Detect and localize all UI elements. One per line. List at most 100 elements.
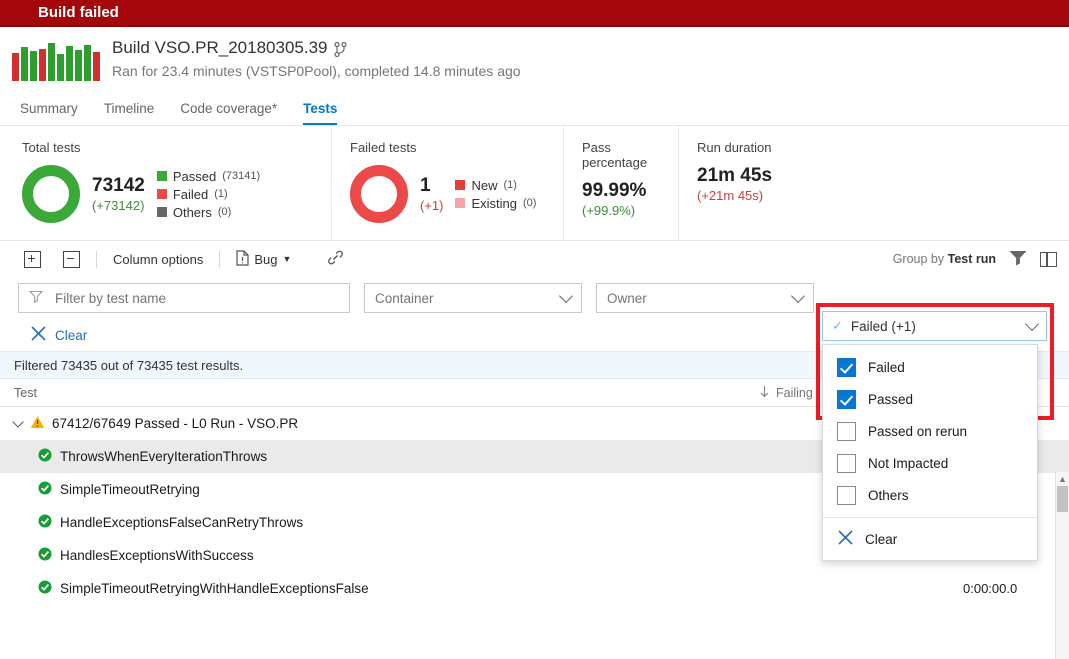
branch-icon: [333, 41, 347, 57]
legend-label-new: New: [471, 177, 498, 193]
checkbox-checked-icon[interactable]: [837, 389, 856, 409]
column-header-test[interactable]: Test: [14, 386, 759, 400]
sparkline-bar-9: [93, 52, 100, 81]
legend-label-passed: Passed: [172, 168, 217, 184]
vertical-scrollbar[interactable]: ▲: [1055, 472, 1069, 659]
search-input[interactable]: [53, 289, 317, 307]
pass-percentage-label: Pass percentage: [582, 140, 648, 170]
tab-summary[interactable]: Summary: [20, 101, 78, 125]
legend-label-failed: Failed: [172, 186, 209, 202]
container-filter-label: Container: [375, 290, 434, 306]
chevron-down-icon: [558, 288, 574, 304]
legend-swatch-passed: [156, 171, 167, 181]
test-summary-cards: Total tests 73142 (+73142) Passed (73141…: [0, 126, 1069, 241]
checkbox-checked-icon[interactable]: [837, 357, 856, 377]
test-name: HandleExceptionsFalseCanRetryThrows: [60, 515, 304, 530]
tab-code-coverage[interactable]: Code coverage*: [180, 101, 277, 125]
funnel-icon[interactable]: [1008, 249, 1028, 269]
create-bug-button[interactable]: Bug ▼: [230, 247, 297, 272]
card-failed-tests: Failed tests 1 (+1) New (1) Existing (0): [332, 126, 564, 240]
legend-swatch-others: [156, 207, 167, 217]
failed-tests-legend: New (1) Existing (0): [455, 178, 536, 211]
table-row[interactable]: SimpleTimeoutRetryingWithHandleException…: [0, 572, 1069, 605]
group-by-value: Test run: [947, 252, 996, 266]
checkbox-unchecked-icon[interactable]: [837, 485, 856, 505]
card-pass-percentage: Pass percentage 99.99% (+99.9%): [564, 126, 679, 240]
test-name-filter[interactable]: [18, 283, 350, 313]
outcome-option-label: Others: [868, 487, 909, 503]
legend-count-passed: (73141): [222, 170, 261, 182]
container-filter[interactable]: Container: [364, 283, 582, 313]
close-icon: [30, 325, 47, 345]
scrollbar-thumb[interactable]: [1057, 486, 1068, 512]
document-icon: [236, 249, 249, 269]
outcome-option-not-impacted[interactable]: Not Impacted: [823, 447, 1037, 479]
results-toolbar: Column options Bug ▼ Group by Test run: [0, 241, 1069, 277]
check-icon: ✓: [832, 318, 843, 333]
outcome-option-others[interactable]: Others: [823, 479, 1037, 511]
chevron-down-icon: [790, 288, 806, 304]
total-tests-value: 73142: [92, 174, 145, 196]
filtered-results-text: Filtered 73435 out of 73435 test results…: [14, 357, 244, 373]
failed-tests-delta: (+1): [420, 197, 444, 213]
expand-all-button[interactable]: [18, 248, 47, 271]
outcome-option-failed[interactable]: Failed: [823, 351, 1037, 383]
checkbox-unchecked-icon[interactable]: [837, 453, 856, 473]
legend-failed: Failed (1): [156, 186, 260, 202]
plus-box-icon: [24, 250, 41, 268]
outcome-clear-button[interactable]: Clear: [823, 518, 1037, 560]
legend-new: New (1): [455, 178, 536, 193]
copy-link-button[interactable]: [321, 247, 350, 271]
legend-count-new: (1): [503, 179, 517, 191]
sparkline-bar-5: [57, 54, 64, 81]
legend-swatch-new: [455, 180, 466, 190]
sparkline-bar-3: [39, 49, 46, 81]
outcome-filter-dropdown[interactable]: ✓ Failed (+1): [822, 311, 1047, 341]
failed-tests-label: Failed tests: [350, 140, 417, 155]
sparkline-bar-8: [84, 45, 91, 81]
build-header: Build VSO.PR_20180305.39 Ran for 23.4 mi…: [0, 27, 1069, 93]
legend-others: Others (0): [156, 204, 260, 220]
group-by-label: Group by: [892, 252, 945, 266]
legend-existing: Existing (0): [455, 196, 536, 211]
group-by-control[interactable]: Group by Test run: [893, 252, 996, 266]
test-run-group-label: 67412/67649 Passed - L0 Run - VSO.PR: [52, 416, 299, 431]
column-options-button[interactable]: Column options: [107, 249, 209, 270]
tab-timeline[interactable]: Timeline: [104, 101, 155, 125]
sparkline-bar-7: [75, 50, 82, 81]
checkbox-unchecked-icon[interactable]: [837, 421, 856, 441]
test-duration: 0:00:00.0: [963, 581, 1018, 596]
chevron-down-icon: [1024, 316, 1040, 332]
split-pane-icon[interactable]: [1040, 251, 1057, 267]
legend-count-failed: (1): [214, 188, 228, 200]
minus-box-icon: [63, 250, 80, 268]
banner-text: Build failed: [38, 4, 119, 21]
outcome-option-label: Passed: [868, 391, 914, 407]
clear-filters-label: Clear: [55, 327, 88, 343]
close-icon: [837, 529, 854, 549]
owner-filter[interactable]: Owner: [596, 283, 814, 313]
tab-tests[interactable]: Tests: [303, 101, 338, 125]
pass-percentage-delta: (+99.9%): [582, 203, 636, 218]
outcome-option-passed-on-rerun[interactable]: Passed on rerun: [823, 415, 1037, 447]
failed-tests-donut: [350, 165, 408, 223]
build-title-block: Build VSO.PR_20180305.39 Ran for 23.4 mi…: [112, 37, 521, 81]
card-run-duration: Run duration 21m 45s (+21m 45s): [679, 126, 829, 240]
legend-label-others: Others: [172, 204, 212, 220]
run-duration-value: 21m 45s: [697, 165, 773, 186]
sparkline-bar-6: [66, 46, 73, 81]
legend-swatch-failed: [156, 189, 167, 199]
column-options-label: Column options: [113, 251, 204, 267]
outcome-filter-value: Failed (+1): [850, 318, 916, 334]
passed-icon: [38, 448, 52, 465]
outcome-option-label: Passed on rerun: [868, 423, 968, 439]
scroll-up-arrow[interactable]: ▲: [1056, 472, 1069, 486]
chevron-expanded-icon[interactable]: [12, 416, 24, 428]
total-tests-donut: [22, 165, 80, 223]
sparkline-bar-0: [12, 53, 19, 81]
sparkline-bar-4: [48, 43, 55, 81]
outcome-option-passed[interactable]: Passed: [823, 383, 1037, 415]
collapse-all-button[interactable]: [57, 248, 86, 271]
build-failed-banner: Build failed: [0, 0, 1069, 27]
pass-percentage-value: 99.99%: [582, 180, 647, 201]
